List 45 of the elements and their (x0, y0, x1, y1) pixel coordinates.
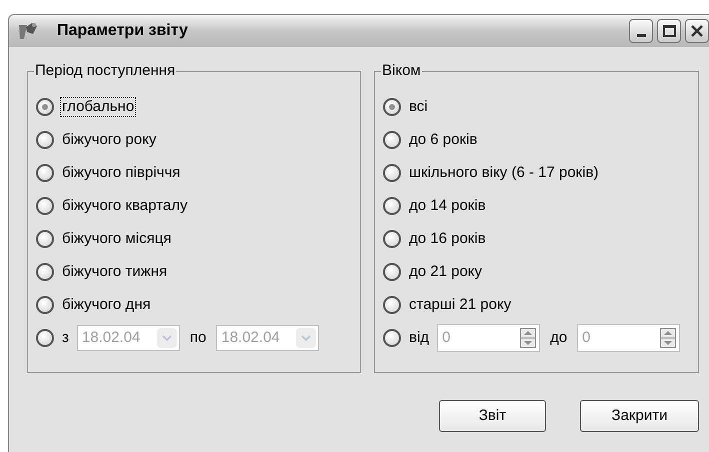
option-label: старші 21 року (408, 295, 512, 315)
radio-button[interactable] (36, 98, 54, 116)
close-icon (690, 24, 704, 38)
option-label: біжучого року (61, 130, 158, 150)
option-label: від (408, 328, 430, 348)
radio-button[interactable] (36, 230, 54, 248)
option-label: до 16 років (408, 229, 487, 249)
radio-button[interactable] (36, 329, 54, 347)
radio-button[interactable] (36, 296, 54, 314)
dialog-button[interactable]: Звіт (439, 400, 546, 432)
radio-button[interactable] (36, 197, 54, 215)
radio-button[interactable] (36, 164, 54, 182)
maximize-button[interactable] (657, 19, 681, 43)
maximize-icon (662, 25, 676, 37)
dialog-button[interactable]: Закрити (580, 400, 699, 432)
option-label: біжучого півріччя (61, 163, 182, 183)
app-icon (17, 21, 39, 41)
radio-button[interactable] (383, 98, 401, 116)
minimize-button[interactable] (629, 19, 653, 43)
option-label: шкільного віку (6 - 17 років) (408, 163, 600, 183)
option-label: до 14 років (408, 196, 487, 216)
to-label: по (190, 328, 206, 348)
radio-button[interactable] (383, 230, 401, 248)
option-label: глобально (60, 97, 136, 117)
option-label: всі (408, 97, 429, 117)
minimize-icon (636, 34, 646, 37)
option-label: біжучого місяця (61, 229, 172, 249)
group-title: Період поступлення (34, 62, 176, 80)
radio-button[interactable] (383, 164, 401, 182)
option-label: до 21 року (408, 262, 484, 282)
radio-button[interactable] (383, 296, 401, 314)
radio-button[interactable] (36, 263, 54, 281)
radio-button[interactable] (383, 263, 401, 281)
option-label: біжучого дня (61, 295, 152, 315)
option-label: з (61, 328, 70, 348)
window-title: Параметри звіту (57, 21, 188, 41)
option-label: біжучого тижня (61, 262, 168, 282)
radio-button[interactable] (383, 131, 401, 149)
radio-button[interactable] (383, 197, 401, 215)
option-label: біжучого кварталу (61, 196, 188, 216)
radio-button[interactable] (383, 329, 401, 347)
option-label: до 6 років (408, 130, 478, 150)
radio-button[interactable] (36, 131, 54, 149)
to-label: до (550, 328, 568, 348)
close-button[interactable] (685, 19, 709, 43)
